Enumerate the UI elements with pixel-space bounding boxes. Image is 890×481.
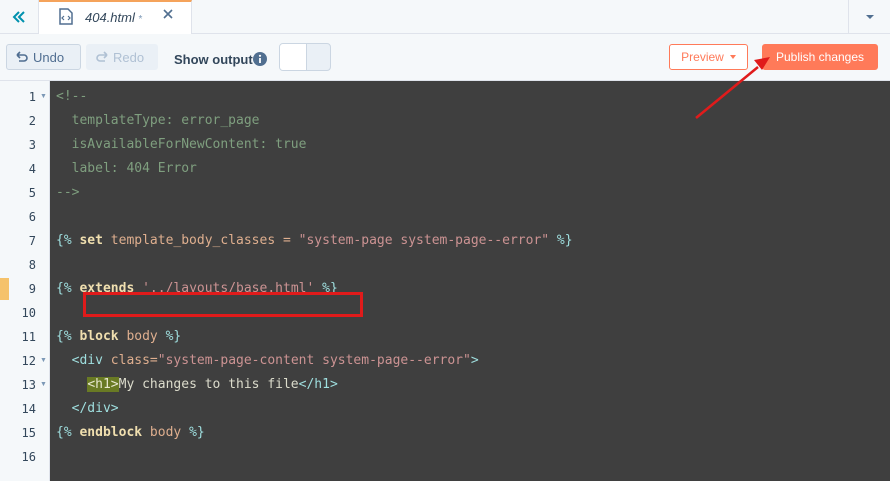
undo-icon — [16, 51, 28, 62]
code-token: endblock — [79, 425, 143, 440]
code-token: body — [142, 425, 190, 440]
code-line: <div class="system-page-content system-p… — [56, 349, 479, 373]
preview-button[interactable]: Preview — [669, 44, 748, 70]
fold-toggle-icon[interactable]: ▼ — [40, 85, 47, 109]
code-token: </h1> — [298, 377, 338, 392]
code-token: {% — [56, 329, 80, 344]
publish-changes-button[interactable]: Publish changes — [762, 44, 878, 70]
code-token: > — [470, 353, 479, 368]
code-line: {% block body %} — [56, 325, 181, 349]
show-output-label: Show output — [174, 52, 253, 67]
code-token: %} — [165, 329, 182, 344]
tab-menu-button[interactable] — [848, 0, 890, 33]
preview-label: Preview — [681, 50, 724, 64]
line-number: 2 — [28, 114, 36, 128]
highlight-annotation-box — [83, 292, 363, 317]
line-number: 10 — [21, 306, 36, 320]
file-code-icon — [59, 8, 73, 25]
line-number: 4 — [28, 162, 36, 176]
toggle-knob — [280, 44, 307, 70]
line-number: 14 — [21, 402, 36, 416]
line-number-gutter: 1 ▼ 2 3 4 5 6 7 8 9 10 11 12 ▼ 13 ▼ 14 15 16 — [0, 81, 50, 481]
publish-label: Publish changes — [775, 50, 865, 64]
info-icon[interactable] — [253, 52, 267, 66]
line-number: 5 — [28, 186, 36, 200]
code-token: isAvailableForNewContent: true — [56, 137, 307, 152]
fold-toggle-icon[interactable]: ▼ — [40, 373, 47, 397]
tab-file[interactable]: 404.html * — [39, 0, 192, 34]
code-line: </div> — [56, 397, 119, 421]
code-line: isAvailableForNewContent: true — [56, 133, 307, 157]
code-token: {% — [56, 233, 80, 248]
collapse-sidebar-button[interactable] — [0, 0, 39, 33]
code-token: %} — [189, 425, 205, 440]
fold-toggle-icon[interactable]: ▼ — [40, 349, 47, 373]
line-number: 6 — [28, 210, 36, 224]
line-number: 15 — [21, 426, 36, 440]
code-token: class= — [110, 353, 158, 368]
close-icon[interactable] — [161, 7, 175, 21]
code-token: block — [79, 329, 119, 344]
code-line: {% set template_body_classes = "system-p… — [56, 229, 573, 253]
editor-toolbar: Undo Redo Show output Preview Publish ch… — [0, 34, 890, 81]
code-token: {% — [56, 425, 80, 440]
code-line: label: 404 Error — [56, 157, 197, 181]
code-token: {% — [56, 281, 80, 296]
tab-bar: 404.html * — [0, 0, 890, 34]
code-token: label: 404 Error — [56, 161, 197, 176]
modified-line-marker — [0, 278, 9, 300]
code-token: <div — [56, 353, 111, 368]
code-token: <!-- — [56, 89, 88, 104]
code-token: template_body_classes = — [102, 233, 299, 248]
line-number: 16 — [21, 450, 36, 464]
code-token: "system-page-content system-page--error" — [157, 353, 471, 368]
code-line: --> — [56, 181, 79, 205]
show-output-toggle[interactable] — [279, 43, 331, 71]
code-line: templateType: error_page — [56, 109, 260, 133]
tab-file-name: 404.html * — [85, 10, 143, 25]
code-line: {% endblock body %} — [56, 421, 205, 445]
double-chevron-left-icon — [12, 10, 25, 23]
code-token: --> — [56, 185, 80, 200]
line-number: 11 — [21, 330, 36, 344]
redo-button[interactable]: Redo — [86, 44, 158, 70]
code-token: set — [79, 233, 103, 248]
line-number: 8 — [28, 258, 36, 272]
caret-down-icon — [729, 55, 736, 59]
line-number: 12 — [21, 354, 36, 368]
undo-button[interactable]: Undo — [6, 44, 81, 70]
line-number: 7 — [28, 234, 36, 248]
redo-icon — [96, 51, 108, 62]
undo-label: Undo — [33, 49, 65, 65]
code-token: %} — [549, 233, 573, 248]
code-token: "system-page system-page--error" — [298, 233, 550, 248]
code-line: <h1>My changes to this file</h1> — [56, 373, 338, 397]
caret-down-icon — [866, 14, 874, 19]
code-token: <h1> — [87, 377, 119, 392]
code-token: </div> — [56, 401, 119, 416]
line-number: 3 — [28, 138, 36, 152]
line-number: 1 — [28, 90, 36, 104]
code-line: <!-- — [56, 85, 87, 109]
code-editor[interactable]: 1 ▼ 2 3 4 5 6 7 8 9 10 11 12 ▼ 13 ▼ 14 15 16 <!-- template… — [0, 81, 890, 481]
line-number: 13 — [21, 378, 36, 392]
redo-label: Redo — [113, 49, 145, 65]
code-token: My changes to this file — [118, 377, 299, 392]
code-token: templateType: error_page — [56, 113, 260, 128]
code-token: body — [118, 329, 166, 344]
